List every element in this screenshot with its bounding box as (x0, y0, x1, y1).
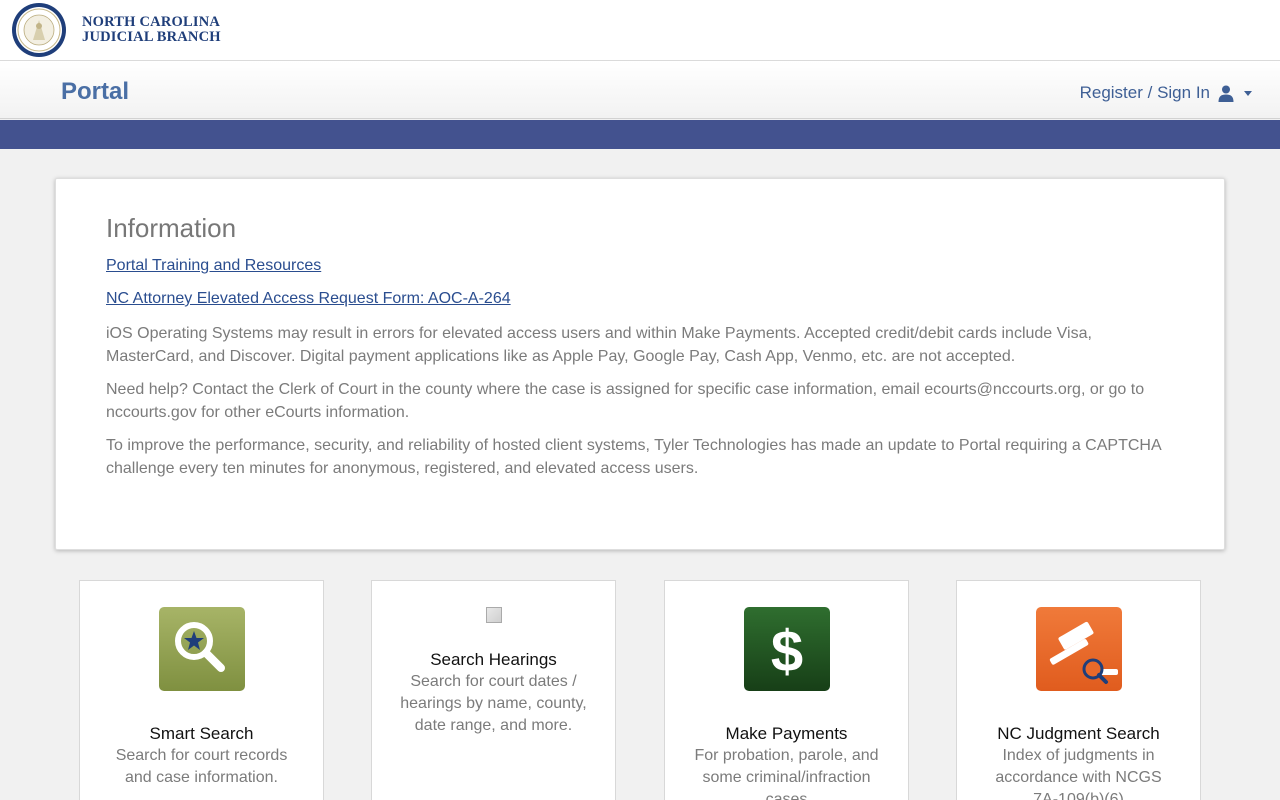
brand-line-1: NORTH CAROLINA (82, 14, 221, 30)
accent-band (0, 120, 1280, 149)
tile-description: Index of judgments in accordance with NC… (995, 747, 1162, 800)
portal-title[interactable]: Portal (61, 78, 129, 106)
tile-title: Smart Search (149, 724, 254, 743)
tile-description: For probation, parole, and some criminal… (694, 747, 879, 800)
brand-name[interactable]: NORTH CAROLINA JUDICIAL BRANCH (82, 15, 221, 45)
tile-title: NC Judgment Search (997, 724, 1160, 743)
register-signin-menu[interactable]: Register / Sign In (1080, 83, 1252, 103)
portal-training-link[interactable]: Portal Training and Resources (106, 256, 1174, 276)
broken-image-icon (485, 607, 502, 623)
tile-title: Search Hearings (430, 650, 557, 669)
portal-navbar: Portal Register / Sign In (0, 60, 1280, 119)
make-payments-tile[interactable]: $ Make Payments For probation, parole, a… (664, 580, 909, 800)
brand-header: NORTH CAROLINA JUDICIAL BRANCH (0, 0, 1280, 60)
signin-label: Register / Sign In (1079, 83, 1210, 102)
svg-text:$: $ (770, 619, 802, 684)
dollar-icon: $ (743, 607, 830, 691)
magnifier-star-icon (158, 607, 245, 691)
captcha-notice: To improve the performance, security, an… (106, 437, 1161, 477)
nc-judicial-seal-icon[interactable] (11, 2, 67, 58)
information-panel: Information Portal Training and Resource… (55, 178, 1225, 550)
help-contact-notice: Need help? Contact the Clerk of Court in… (106, 381, 1145, 421)
information-heading: Information (106, 213, 237, 243)
smart-search-tile[interactable]: Smart Search Search for court records an… (79, 580, 324, 800)
user-icon (1218, 85, 1234, 102)
tile-title: Make Payments (725, 724, 848, 743)
chevron-down-icon (1244, 90, 1252, 96)
ios-payments-notice: iOS Operating Systems may result in erro… (106, 325, 1092, 365)
attorney-access-form-link[interactable]: NC Attorney Elevated Access Request Form… (106, 289, 1174, 309)
tile-description: Search for court records and case inform… (115, 747, 288, 786)
tile-description: Search for court dates / hearings by nam… (400, 673, 587, 734)
brand-line-2: JUDICIAL BRANCH (82, 29, 221, 45)
gavel-search-icon (1035, 607, 1122, 691)
nc-judgment-search-tile[interactable]: NC Judgment Search Index of judgments in… (956, 580, 1201, 800)
search-hearings-tile[interactable]: Search Hearings Search for court dates /… (371, 580, 616, 800)
